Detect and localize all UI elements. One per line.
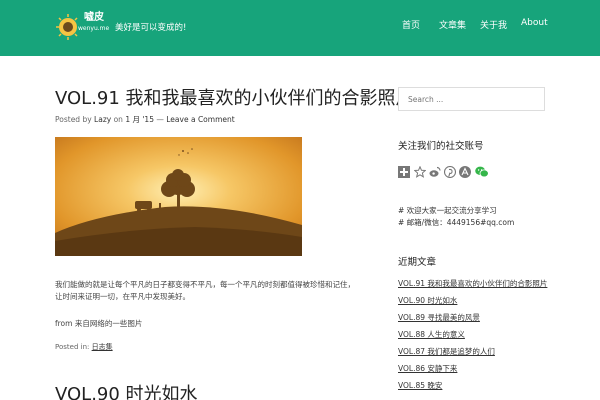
nav-item-home[interactable]: 首页 xyxy=(402,18,420,31)
leave-comment-link[interactable]: Leave a Comment xyxy=(166,115,234,124)
nav-item-about[interactable]: About xyxy=(521,18,548,28)
wechat-icon[interactable] xyxy=(475,163,489,178)
nav-item-about-me[interactable]: 关于我 xyxy=(480,18,507,31)
logo-text[interactable]: 嘘皮 xyxy=(84,13,104,23)
logo-subtext: wenyu.me xyxy=(78,25,110,32)
search-input[interactable] xyxy=(398,87,545,111)
site-tagline: 美好是可以变成的! xyxy=(115,23,187,33)
post-source: from 来自网络的一些图片 xyxy=(55,319,143,328)
recent-posts-title: 近期文章 xyxy=(398,257,437,268)
follow-widget-title: 关注我们的社交账号 xyxy=(398,141,484,152)
author-link[interactable]: Lazy xyxy=(94,115,111,124)
post-excerpt: 我们能做的就是让每个平凡的日子都变得不平凡，每一个平凡的时刻都值得被珍惜和记住，… xyxy=(55,280,355,301)
posted-in-label: Posted in: xyxy=(55,343,90,351)
recent-post-link[interactable]: VOL.85 晚安 xyxy=(398,380,442,391)
recent-post-link[interactable]: VOL.89 寻找最美的风景 xyxy=(398,312,480,323)
post-title[interactable]: VOL.91 我和我最喜欢的小伙伴们的合影照片 xyxy=(55,84,414,110)
recent-post-link[interactable]: VOL.87 我们都是追梦的人们 xyxy=(398,346,495,357)
category-link[interactable]: 日志集 xyxy=(92,343,113,351)
contact-line-2: # 邮箱/微信：4449156#qq.com xyxy=(398,218,515,227)
meta-prefix: Posted by xyxy=(55,115,92,124)
post-meta: Posted by Lazy on 1 月 '15 — Leave a Comm… xyxy=(55,114,235,125)
weibo-icon[interactable] xyxy=(429,163,441,177)
recent-post-link[interactable]: VOL.90 时光如水 xyxy=(398,295,457,306)
post-date-link[interactable]: 1 月 '15 xyxy=(125,115,154,124)
pinterest-icon[interactable] xyxy=(443,163,457,179)
artstation-icon[interactable] xyxy=(459,163,471,178)
nav-item-articles[interactable]: 文章集 xyxy=(439,18,466,31)
recent-post-link[interactable]: VOL.86 安静下来 xyxy=(398,363,457,374)
post-title-2[interactable]: VOL.90 时光如水 xyxy=(55,380,198,400)
meta-on: on xyxy=(113,115,123,124)
recent-post-link[interactable]: VOL.91 我和我最喜欢的小伙伴们的合影照片 xyxy=(398,278,547,289)
post-featured-image[interactable] xyxy=(55,137,302,256)
star-icon[interactable] xyxy=(413,163,427,178)
recent-post-link[interactable]: VOL.88 人生的意义 xyxy=(398,329,465,340)
site-header: 嘘皮 wenyu.me 美好是可以变成的! 首页 文章集 关于我 About xyxy=(0,0,600,56)
contact-line-1: # 欢迎大家一起交流分享学习 xyxy=(398,206,497,215)
meta-separator: — xyxy=(156,115,164,124)
post-category-line: Posted in: 日志集 xyxy=(55,342,113,352)
plus-icon[interactable] xyxy=(398,163,410,178)
